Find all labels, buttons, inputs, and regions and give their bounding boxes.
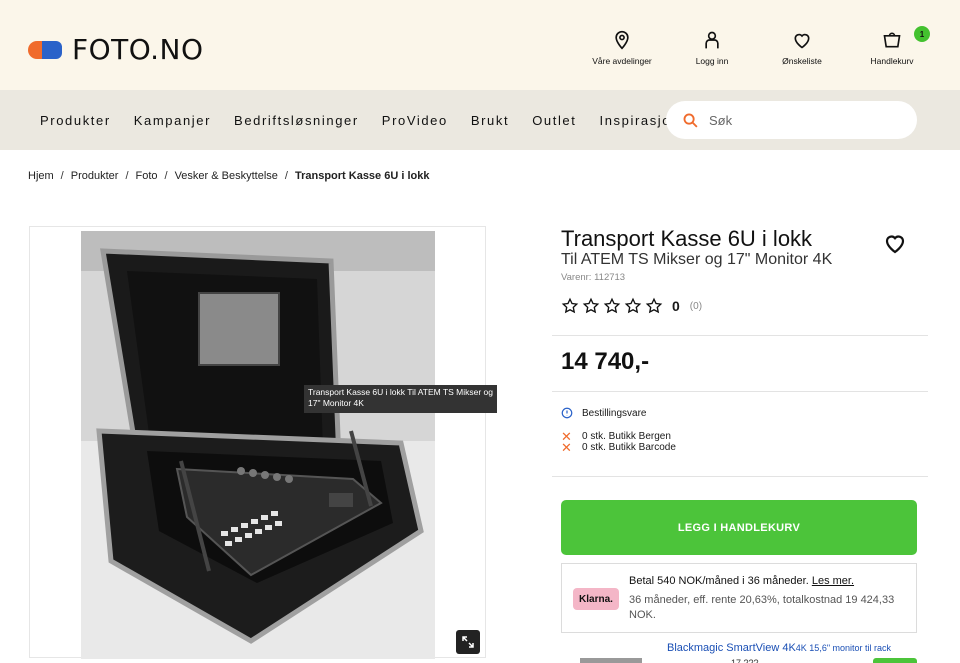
star-outline-icon — [582, 297, 600, 314]
stores-label: Våre avdelinger — [592, 56, 652, 66]
logo-text: FOTO.NO — [72, 33, 204, 66]
breadcrumb: Hjem / Produkter / Foto / Vesker & Besky… — [28, 170, 429, 182]
klarna-monthly: Betal 540 NOK/måned i 36 måneder. — [629, 575, 809, 587]
search-icon[interactable] — [682, 112, 699, 129]
expand-icon — [462, 636, 474, 648]
stock-barcode: ✕ 0 stk. Butikk Barcode — [561, 439, 676, 455]
product-title: Transport Kasse 6U i lokk — [561, 226, 813, 251]
heart-icon — [794, 33, 810, 49]
klarna-read-more-link[interactable]: Les mer. — [812, 575, 854, 587]
breadcrumb-separator: / — [125, 170, 129, 182]
breadcrumb-separator: / — [164, 170, 168, 182]
nav-item-outlet[interactable]: Outlet — [532, 113, 576, 128]
login-link[interactable]: Logg inn — [682, 30, 742, 66]
rating[interactable]: 0 (0) — [561, 297, 702, 315]
user-icon — [705, 31, 719, 49]
related-product-link[interactable]: Blackmagic SmartView 4K4K 15,6" monitor … — [667, 642, 891, 654]
logo-mark-icon — [28, 38, 62, 62]
stock-barcode-text: 0 stk. Butikk Barcode — [582, 442, 676, 453]
breadcrumb-produkter[interactable]: Produkter — [71, 170, 119, 182]
klarna-main-text: Betal 540 NOK/måned i 36 måneder. Les me… — [629, 575, 854, 587]
related-product-price: 17 ??? — [731, 658, 759, 663]
image-tooltip: Transport Kasse 6U i lokk Til ATEM TS Mi… — [304, 385, 497, 413]
star-outline-icon — [624, 297, 642, 314]
product-price: 14 740,- — [561, 348, 650, 375]
breadcrumb-hjem[interactable]: Hjem — [28, 170, 54, 182]
site-header: FOTO.NO Våre avdelinger Logg inn Ønskeli… — [0, 0, 960, 90]
product-photo[interactable] — [81, 231, 435, 659]
breadcrumb-current: Transport Kasse 6U i lokk — [294, 170, 430, 182]
product-subtitle: Til ATEM TS Mikser og 17" Monitor 4K — [561, 251, 833, 268]
zoom-button[interactable] — [456, 630, 480, 654]
star-outline-icon — [645, 297, 663, 314]
divider — [552, 335, 928, 336]
info-icon — [561, 407, 573, 419]
cart-count-badge: 1 — [914, 26, 930, 42]
unavailable-x-icon: ✕ — [561, 439, 572, 455]
rating-score: 0 — [672, 298, 680, 314]
order-status-text: Bestillingsvare — [582, 407, 647, 419]
klarna-logo: Klarna. — [573, 588, 619, 610]
breadcrumb-separator: / — [60, 170, 64, 182]
stores-link[interactable]: Våre avdelinger — [592, 30, 652, 66]
wishlist-label: Ønskeliste — [782, 56, 822, 66]
product-photo-illustration — [81, 231, 435, 659]
product-image-frame[interactable] — [29, 226, 486, 659]
site-logo[interactable]: FOTO.NO — [28, 33, 204, 66]
nav-item-kampanjer[interactable]: Kampanjer — [134, 113, 211, 128]
product-sku: Varenr: 112713 — [561, 272, 626, 283]
add-to-wishlist-heart-icon[interactable] — [883, 231, 907, 255]
related-product-thumbnail[interactable] — [580, 658, 642, 663]
related-product-title: Blackmagic SmartView 4K — [667, 642, 796, 654]
klarna-detail-text: 36 måneder, eff. rente 20,63%, totalkost… — [629, 594, 895, 621]
add-to-cart-button[interactable]: LEGG I HANDLEKURV — [561, 500, 917, 555]
nav-item-produkter[interactable]: Produkter — [40, 113, 111, 128]
star-outline-icon — [603, 297, 621, 314]
divider — [552, 391, 928, 392]
search-input[interactable] — [709, 112, 889, 128]
stock-bergen-text: 0 stk. Butikk Bergen — [582, 431, 671, 442]
wishlist-link[interactable]: Ønskeliste — [772, 30, 832, 66]
stock-bergen: ✕ 0 stk. Butikk Bergen — [561, 430, 671, 443]
order-status: Bestillingsvare — [561, 407, 646, 419]
header-actions: Våre avdelinger Logg inn Ønskeliste 1 Ha… — [592, 26, 930, 66]
breadcrumb-foto[interactable]: Foto — [136, 170, 158, 182]
location-pin-icon — [615, 30, 629, 50]
nav-item-provideo[interactable]: ProVideo — [382, 113, 448, 128]
rating-count: (0) — [689, 300, 703, 312]
cart-label: Handlekurv — [870, 56, 914, 66]
star-outline-icon — [561, 297, 579, 314]
breadcrumb-separator: / — [284, 170, 288, 182]
divider — [552, 476, 928, 477]
cart-icon — [883, 32, 901, 48]
main-nav: Produkter Kampanjer Bedriftsløsninger Pr… — [0, 90, 960, 150]
klarna-financing-box: Klarna. Betal 540 NOK/måned i 36 måneder… — [561, 563, 917, 633]
breadcrumb-vesker[interactable]: Vesker & Beskyttelse — [175, 170, 278, 182]
nav-item-bedriftslosninger[interactable]: Bedriftsløsninger — [234, 113, 359, 128]
search-box[interactable] — [666, 101, 917, 139]
login-label: Logg inn — [695, 56, 729, 66]
nav-item-brukt[interactable]: Brukt — [471, 113, 509, 128]
related-product-suffix: 4K 15,6" monitor til rack — [795, 643, 892, 653]
related-product-cart-button[interactable] — [873, 658, 917, 663]
cart-link[interactable]: 1 Handlekurv — [862, 26, 930, 66]
